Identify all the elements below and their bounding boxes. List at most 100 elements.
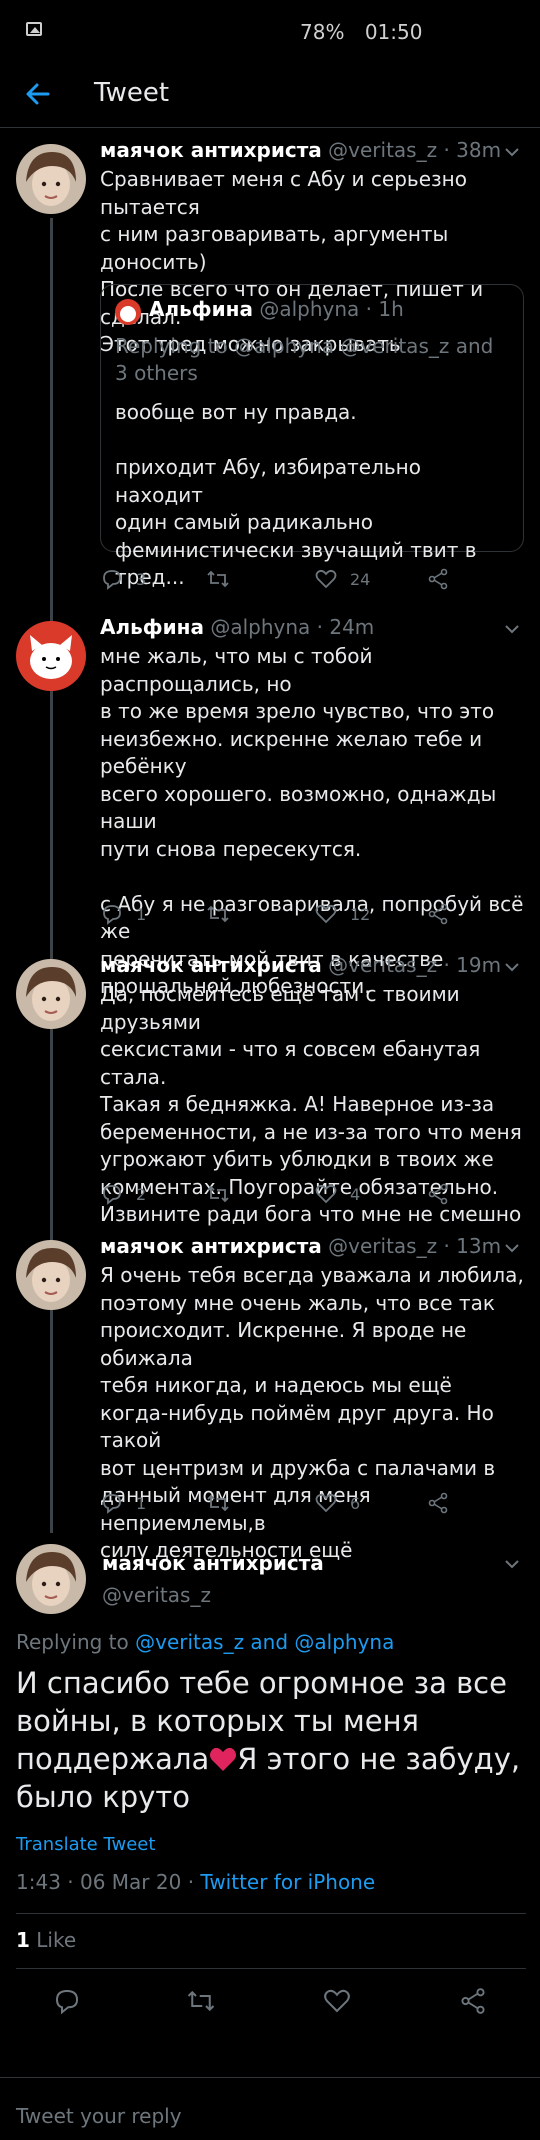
share-button[interactable] [426,1488,462,1518]
quoted-tweet[interactable]: Альфина @alphyna · 1h Replying to @alphy… [100,284,524,589]
tweet-time: · 1h [365,297,404,321]
user-handle: @alphyna [259,297,360,321]
like-button[interactable]: 4 [314,1179,360,1209]
user-handle: @veritas_z [328,953,438,977]
tweet-header: маячок антихриста @veritas_z · 19m [100,953,501,977]
tweet-time: · 24m [316,615,375,639]
avatar[interactable] [16,1544,86,1614]
page-title: Tweet [94,78,170,108]
reply-button[interactable]: 1 [100,1488,146,1518]
share-icon [428,1183,448,1205]
like-button[interactable] [322,1986,352,2016]
tweet-header: Альфина @alphyna · 24m [100,615,374,639]
chevron-down-icon[interactable] [504,1240,520,1256]
status-right: 78% 01:50 [300,20,436,44]
chevron-down-icon[interactable] [504,621,520,637]
reply-count: 1 [136,1493,147,1513]
like-count: 12 [350,904,371,924]
image-notification-icon [26,22,42,36]
translate-tweet-link[interactable]: Translate Tweet [16,1834,155,1855]
tweet-timestamp: 1:43 · 06 Mar 20 · [16,1870,195,1894]
chevron-down-icon[interactable] [504,144,520,160]
reply-button[interactable]: 3 [100,564,146,594]
top-bar: Tweet [0,64,540,128]
user-handle: @veritas_z [328,138,438,162]
avatar[interactable] [16,1240,86,1310]
retweet-button[interactable] [206,899,242,929]
thread-tweet[interactable]: маячок антихриста @veritas_z · 13m Я оче… [0,1234,540,1562]
thread-tweet[interactable]: Альфина @alphyna · 24m мне жаль, что мы … [0,615,540,998]
user-handle: @veritas_z [102,1583,211,1607]
avatar[interactable] [16,959,86,1029]
main-tweet-actions [0,1982,540,2022]
red-heart-icon [210,1747,237,1771]
display-name[interactable]: маячок антихриста [100,953,322,977]
heart-icon [315,1493,337,1513]
reply-icon [103,570,121,590]
reply-composer[interactable]: Tweet your reply [0,2077,540,2140]
back-arrow-icon[interactable] [18,74,58,114]
like-count: 4 [350,1184,361,1204]
quoted-tweet-text: вообще вот ну правда. приходит Абу, изби… [115,400,477,589]
reply-icon [55,1989,79,2015]
like-button[interactable]: 6 [314,1488,360,1518]
tweet-text: Я очень тебя всегда уважала и любила, по… [100,1263,524,1562]
divider [16,1913,526,1914]
heart-icon [315,1184,337,1204]
retweet-button[interactable] [206,564,242,594]
retweet-icon [187,1990,215,2012]
heart-icon [315,569,337,589]
display-name[interactable]: Альфина [100,615,204,639]
replying-users-link[interactable]: @veritas_z and @alphyna [135,1630,394,1654]
reply-button[interactable]: 2 [100,1179,146,1209]
tweet-actions: 3 24 [100,564,460,594]
reply-icon [103,1185,121,1205]
retweet-button[interactable] [206,1179,242,1209]
share-button[interactable] [426,564,462,594]
display-name[interactable]: маячок антихриста [102,1551,324,1575]
heart-icon [324,1989,350,2013]
share-button[interactable] [426,899,462,929]
like-label: Like [36,1928,77,1952]
retweet-icon [207,1494,229,1512]
replying-prefix: Replying to [16,1630,129,1654]
reply-count: 2 [136,1184,147,1204]
display-name: Альфина [149,297,253,321]
like-count-row[interactable]: 1 Like [16,1928,76,1952]
tweet-header: маячок антихриста @veritas_z · 38m [100,138,501,162]
share-button[interactable] [426,1179,462,1209]
battery-level: 78% [300,20,345,44]
thread-tweet[interactable]: маячок антихриста @veritas_z · 38m Сравн… [0,138,540,598]
divider [16,1968,526,1969]
retweet-button[interactable] [186,1986,216,2016]
display-name[interactable]: маячок антихриста [100,1234,322,1258]
main-tweet-text: И спасибо тебе огромное за все войны, в … [16,1664,526,1816]
share-icon [461,1988,485,2014]
reply-button[interactable] [52,1986,82,2016]
like-button[interactable]: 12 [314,899,370,929]
avatar[interactable] [16,621,86,691]
display-name[interactable]: маячок антихриста [100,138,322,162]
like-total: 1 [16,1928,30,1952]
like-count: 24 [350,569,371,589]
thread-tweet[interactable]: маячок антихриста @veritas_z · 19m Да, п… [0,953,540,1226]
reply-input[interactable]: Tweet your reply [16,2104,182,2128]
tweet-source-link[interactable]: Twitter for iPhone [200,1870,375,1894]
avatar[interactable] [16,144,86,214]
tweet-time: · 19m [443,953,502,977]
retweet-icon [207,1185,229,1203]
reply-icon [103,905,121,925]
chevron-down-icon[interactable] [504,959,520,975]
reply-button[interactable]: 1 [100,899,146,929]
heart-icon [315,904,337,924]
user-handle: @veritas_z [328,1234,438,1258]
user-handle: @alphyna [210,615,311,639]
tweet-meta: 1:43 · 06 Mar 20 · Twitter for iPhone [16,1870,375,1894]
retweet-icon [207,905,229,923]
clock: 01:50 [364,20,423,44]
chevron-down-icon[interactable] [504,1556,520,1572]
share-button[interactable] [458,1986,488,2016]
like-button[interactable]: 24 [314,564,370,594]
retweet-button[interactable] [206,1488,242,1518]
share-icon [428,568,448,590]
